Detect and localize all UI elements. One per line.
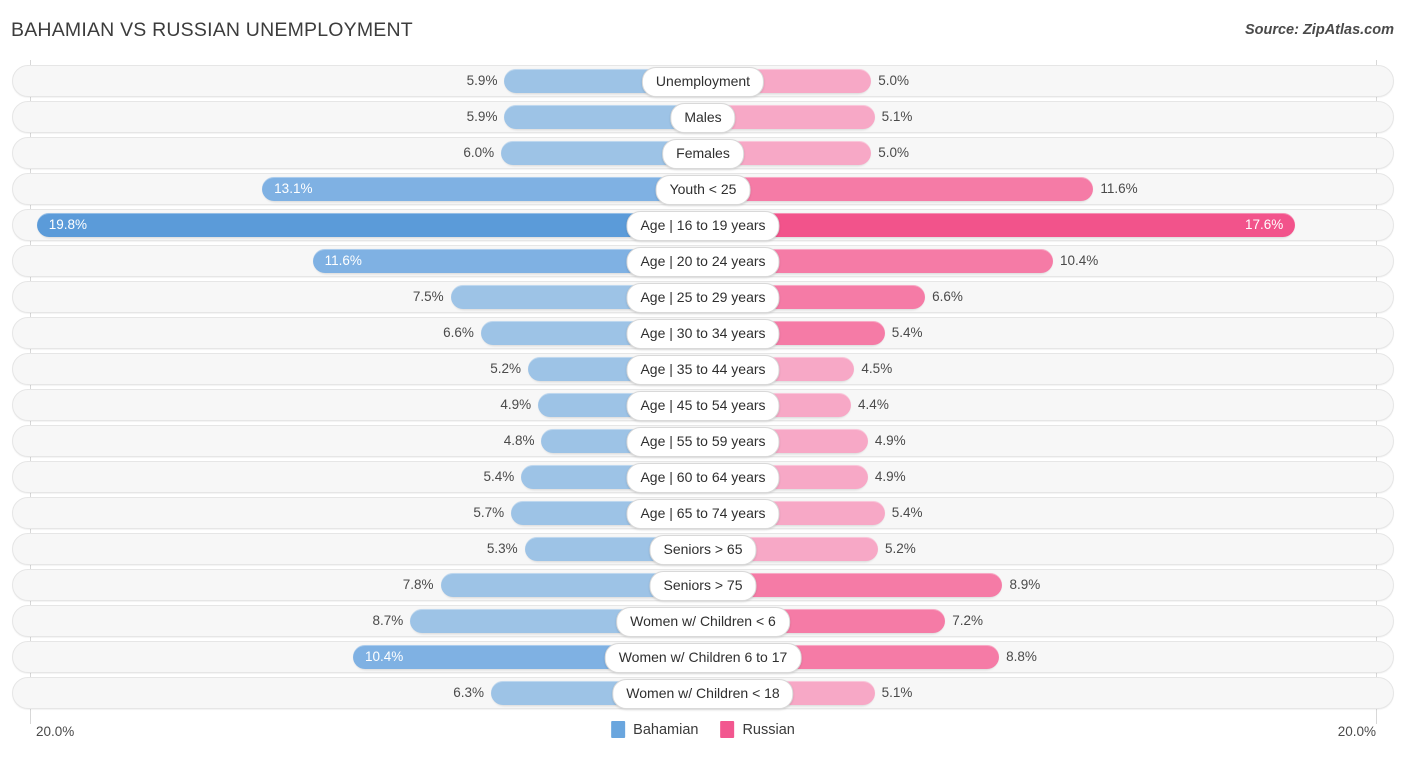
bar-bahamian: 19.8% xyxy=(36,213,703,237)
bar-value-bahamian: 11.6% xyxy=(324,253,362,268)
chart-header: BAHAMIAN VS RUSSIAN UNEMPLOYMENT Source:… xyxy=(0,0,1406,60)
row-category-label: Seniors > 75 xyxy=(649,571,757,601)
bar-row: 6.3% 5.1% Women w/ Children < 18 xyxy=(0,677,1406,709)
row-category-label: Women w/ Children < 6 xyxy=(616,607,790,637)
bar-value-bahamian: 5.2% xyxy=(490,361,522,376)
row-category-label: Age | 45 to 54 years xyxy=(626,391,780,421)
bar-value-bahamian: 13.1% xyxy=(274,181,313,196)
bar-value-bahamian: 19.8% xyxy=(48,217,87,232)
bar-value-bahamian: 7.8% xyxy=(402,577,434,592)
bar-value-bahamian: 6.6% xyxy=(443,325,474,340)
row-category-label: Age | 25 to 29 years xyxy=(626,283,780,313)
bar-value-russian: 4.9% xyxy=(874,433,906,448)
bar-value-bahamian: 6.3% xyxy=(453,685,484,700)
row-category-label: Age | 16 to 19 years xyxy=(626,211,780,241)
axis-label-left: 20.0% xyxy=(36,724,75,739)
bar-value-bahamian: 10.4% xyxy=(365,649,404,664)
bar-row: 5.9% 5.0% Unemployment xyxy=(0,65,1406,97)
row-category-label: Age | 65 to 74 years xyxy=(626,499,780,529)
bar-bahamian: 13.1% xyxy=(262,177,703,201)
bar-value-russian: 6.6% xyxy=(932,289,963,304)
row-category-label: Seniors > 65 xyxy=(649,535,757,565)
bar-value-russian: 4.9% xyxy=(874,469,906,484)
bar-value-russian: 5.2% xyxy=(884,541,916,556)
bar-row: 6.0% 5.0% Females xyxy=(0,137,1406,169)
bar-russian: 11.6% xyxy=(703,177,1138,201)
bar-row: 11.6% 10.4% Age | 20 to 24 years xyxy=(0,245,1406,277)
bar-row: 5.2% 4.5% Age | 35 to 44 years xyxy=(0,353,1406,385)
row-category-label: Age | 55 to 59 years xyxy=(626,427,780,457)
bar-value-bahamian: 7.5% xyxy=(412,289,444,304)
row-category-label: Women w/ Children 6 to 17 xyxy=(604,643,802,673)
bar-value-russian: 5.4% xyxy=(891,325,923,340)
bar-value-bahamian: 5.9% xyxy=(466,73,498,88)
bar-row: 4.8% 4.9% Age | 55 to 59 years xyxy=(0,425,1406,457)
bar-value-bahamian: 5.7% xyxy=(473,505,505,520)
chart-footer: 20.0% Bahamian Russian 20.0% xyxy=(0,718,1406,757)
bar-row: 7.5% 6.6% Age | 25 to 29 years xyxy=(0,281,1406,313)
chart-legend: Bahamian Russian xyxy=(611,721,795,738)
row-category-label: Females xyxy=(662,139,744,169)
bar-row: 8.7% 7.2% Women w/ Children < 6 xyxy=(0,605,1406,637)
bar-value-bahamian: 4.9% xyxy=(500,397,532,412)
page-title: BAHAMIAN VS RUSSIAN UNEMPLOYMENT xyxy=(11,19,413,41)
row-category-label: Age | 35 to 44 years xyxy=(626,355,780,385)
bar-value-russian: 8.8% xyxy=(1006,649,1037,664)
bar-value-russian: 17.6% xyxy=(1244,217,1284,232)
bar-row: 7.8% 8.9% Seniors > 75 xyxy=(0,569,1406,601)
row-category-label: Age | 20 to 24 years xyxy=(626,247,780,277)
row-category-label: Age | 30 to 34 years xyxy=(626,319,780,349)
bar-row: 5.9% 5.1% Males xyxy=(0,101,1406,133)
bar-value-russian: 7.2% xyxy=(952,613,984,628)
bar-value-bahamian: 8.7% xyxy=(372,613,404,628)
bar-row: 4.9% 4.4% Age | 45 to 54 years xyxy=(0,389,1406,421)
row-category-label: Males xyxy=(670,103,736,133)
chart-plot-area: 5.9% 5.0% Unemployment 5.9% 5.1% Males 6.0% 5.0… xyxy=(0,60,1406,724)
legend-item: Bahamian xyxy=(611,721,698,738)
row-category-label: Age | 60 to 64 years xyxy=(626,463,780,493)
bar-row: 5.4% 4.9% Age | 60 to 64 years xyxy=(0,461,1406,493)
bar-value-bahamian: 5.4% xyxy=(483,469,515,484)
legend-item: Russian xyxy=(720,721,795,738)
bar-row: 5.3% 5.2% Seniors > 65 xyxy=(0,533,1406,565)
bar-value-russian: 5.0% xyxy=(878,73,910,88)
bar-rows: 5.9% 5.0% Unemployment 5.9% 5.1% Males 6.0% 5.0… xyxy=(0,65,1406,713)
bar-value-russian: 11.6% xyxy=(1100,181,1138,196)
row-category-label: Women w/ Children < 18 xyxy=(612,679,794,709)
legend-swatch-icon xyxy=(611,721,626,738)
source-attribution: Source: ZipAtlas.com xyxy=(1244,22,1394,38)
bar-row: 13.1% 11.6% Youth < 25 xyxy=(0,173,1406,205)
bar-value-russian: 4.4% xyxy=(858,397,889,412)
bar-value-bahamian: 5.9% xyxy=(466,109,498,124)
legend-label: Russian xyxy=(742,721,795,738)
bar-value-bahamian: 6.0% xyxy=(463,145,495,160)
bar-value-bahamian: 4.8% xyxy=(503,433,535,448)
bar-value-russian: 5.0% xyxy=(878,145,910,160)
bar-value-russian: 10.4% xyxy=(1059,253,1099,268)
legend-swatch-icon xyxy=(720,721,735,738)
bar-value-russian: 8.9% xyxy=(1009,577,1041,592)
bar-row: 5.7% 5.4% Age | 65 to 74 years xyxy=(0,497,1406,529)
bar-value-russian: 5.1% xyxy=(881,109,913,124)
bar-row: 10.4% 8.8% Women w/ Children 6 to 17 xyxy=(0,641,1406,673)
bar-value-bahamian: 5.3% xyxy=(486,541,518,556)
bar-row: 19.8% 17.6% Age | 16 to 19 years xyxy=(0,209,1406,241)
bar-russian: 17.6% xyxy=(703,213,1296,237)
axis-label-right: 20.0% xyxy=(1337,724,1376,739)
bar-row: 6.6% 5.4% Age | 30 to 34 years xyxy=(0,317,1406,349)
bar-value-russian: 5.4% xyxy=(891,505,923,520)
legend-label: Bahamian xyxy=(633,721,699,738)
bar-value-russian: 4.5% xyxy=(861,361,893,376)
row-category-label: Unemployment xyxy=(641,67,765,97)
bar-value-russian: 5.1% xyxy=(881,685,913,700)
row-category-label: Youth < 25 xyxy=(655,175,751,205)
